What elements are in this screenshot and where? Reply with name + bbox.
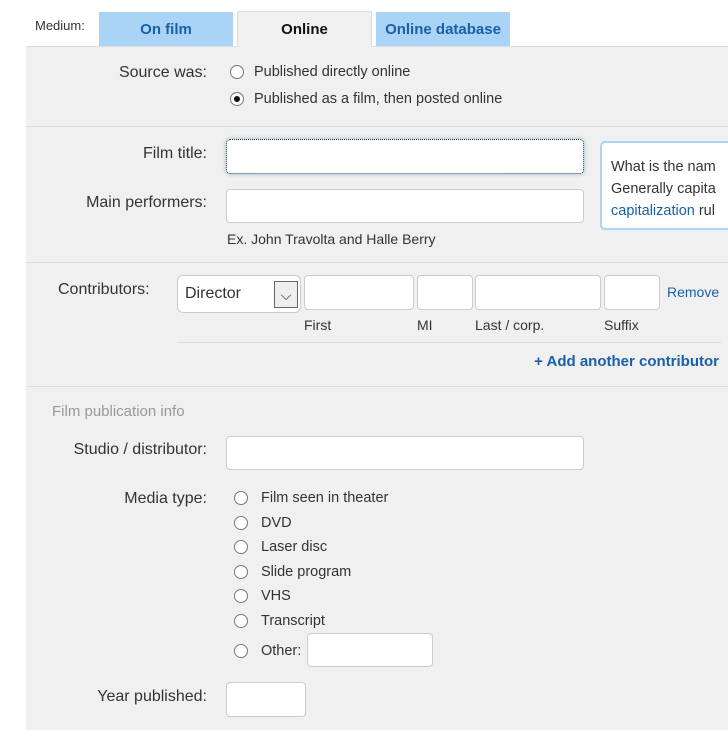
media-option-label: Slide program [261, 564, 352, 580]
media-radio[interactable] [234, 614, 248, 628]
radio-published-online[interactable] [230, 65, 244, 79]
capitalization-link[interactable]: capitalization [611, 203, 695, 219]
contributors-label: Contributors: [58, 281, 150, 298]
role-value: Director [185, 285, 242, 302]
media-radio[interactable] [234, 540, 248, 554]
mi-input[interactable] [417, 275, 473, 310]
tab-online[interactable]: Online [237, 11, 372, 47]
media-radio[interactable] [234, 644, 248, 658]
tab-on-film[interactable]: On film [99, 12, 233, 46]
last-name-input[interactable] [475, 275, 601, 310]
last-label: Last / corp. [475, 317, 545, 333]
tab-online-database[interactable]: Online database [376, 12, 510, 46]
media-option-label: Film seen in theater [261, 490, 389, 506]
media-option-label: Laser disc [261, 539, 328, 555]
media-radio[interactable] [234, 565, 248, 579]
media-option-label: Other: [261, 643, 302, 659]
first-name-input[interactable] [304, 275, 414, 310]
help-tooltip: What is the nam Generally capita capital… [600, 141, 728, 230]
film-title-input[interactable] [226, 139, 584, 174]
source-label: Source was: [118, 64, 207, 81]
divider [26, 262, 728, 263]
year-label: Year published: [97, 688, 207, 705]
media-option-label: DVD [261, 515, 292, 531]
mi-label: MI [417, 317, 433, 333]
main-performers-input[interactable] [226, 189, 584, 223]
suffix-label: Suffix [604, 317, 639, 333]
performers-hint: Ex. John Travolta and Halle Berry [227, 231, 436, 247]
role-select[interactable]: Director ⌵ [177, 275, 301, 313]
divider [26, 386, 728, 387]
media-option-label: Transcript [261, 613, 325, 629]
media-radio[interactable] [234, 589, 248, 603]
divider [177, 342, 721, 343]
first-label: First [304, 317, 332, 333]
studio-label: Studio / distributor: [73, 441, 207, 458]
media-radio[interactable] [234, 491, 248, 505]
tooltip-text: rul [694, 203, 715, 219]
main-performers-label: Main performers: [86, 194, 207, 211]
radio-label: Published as a film, then posted online [254, 91, 503, 107]
remove-link[interactable]: Remove [667, 284, 719, 300]
radio-published-film[interactable] [230, 92, 244, 106]
film-title-label: Film title: [143, 145, 207, 162]
tooltip-text: Generally capita [611, 181, 716, 197]
media-radio[interactable] [234, 516, 248, 530]
other-media-input[interactable] [307, 633, 433, 667]
radio-label: Published directly online [254, 64, 411, 80]
media-option-label: VHS [261, 588, 291, 604]
suffix-input[interactable] [604, 275, 660, 310]
divider [26, 126, 728, 127]
add-contributor-link[interactable]: + Add another contributor [534, 353, 719, 370]
publication-heading: Film publication info [52, 403, 185, 420]
medium-label: Medium: [35, 18, 85, 33]
tooltip-text: What is the nam [611, 159, 716, 175]
year-input[interactable] [226, 682, 306, 717]
chevron-down-icon[interactable]: ⌵ [274, 281, 298, 308]
studio-input[interactable] [226, 436, 584, 470]
media-type-label: Media type: [124, 490, 207, 507]
